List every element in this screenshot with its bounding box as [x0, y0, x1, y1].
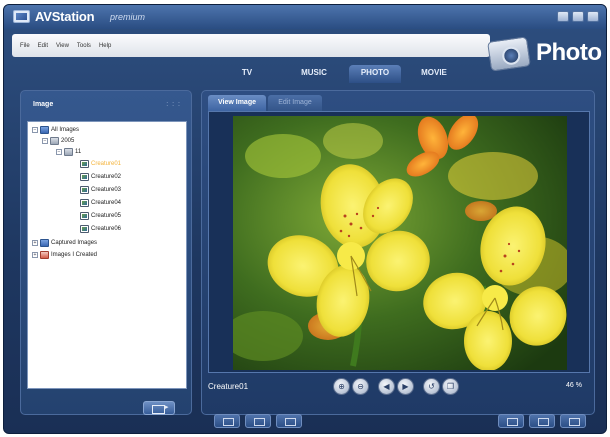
- tree-item-label: 2005: [61, 138, 75, 144]
- previous-button[interactable]: ◀: [378, 378, 395, 395]
- section-badge: Photo: [480, 31, 604, 79]
- image-file-icon: [80, 199, 89, 207]
- tree-item-file[interactable]: Creature05: [80, 211, 121, 221]
- close-button[interactable]: [587, 11, 599, 22]
- calendar-icon: [64, 148, 73, 156]
- tree-item-label: Captured Images: [51, 240, 98, 246]
- menu-help[interactable]: Help: [99, 43, 111, 49]
- tree-item-all-images[interactable]: − All Images: [32, 125, 79, 135]
- copy-button[interactable]: ❐: [442, 378, 459, 395]
- avstation-logo-icon: [13, 10, 30, 23]
- zoom-out-button[interactable]: ⊖: [352, 378, 369, 395]
- panel-menu-icon[interactable]: : : :: [166, 101, 181, 108]
- folder-icon: [40, 126, 49, 134]
- tree-item-file[interactable]: Creature02: [80, 172, 121, 182]
- image-file-icon: [80, 173, 89, 181]
- created-folder-icon: [40, 251, 49, 259]
- tree-item-created-images[interactable]: + Images I Created: [32, 250, 97, 260]
- tree-item-label: All Images: [51, 127, 80, 133]
- menu-file[interactable]: File: [20, 43, 30, 49]
- photo-preview: [233, 116, 567, 370]
- image-frame: [208, 111, 590, 373]
- bottom-action-button-5[interactable]: [529, 414, 555, 428]
- tree-item-label: Creature02: [91, 174, 122, 180]
- tree-item-year[interactable]: − 2005: [42, 136, 74, 146]
- bottom-action-button-4[interactable]: [498, 414, 524, 428]
- menu-bar: File Edit View Tools Help: [12, 34, 490, 57]
- bottom-action-button-1[interactable]: [214, 414, 240, 428]
- menu-view[interactable]: View: [56, 43, 69, 49]
- collapse-icon[interactable]: −: [56, 149, 62, 155]
- capture-folder-icon: [40, 239, 49, 247]
- tree-item-label: Creature04: [91, 200, 122, 206]
- image-file-icon: [80, 212, 89, 220]
- slideshow-button[interactable]: [143, 401, 175, 415]
- bottom-action-button-3[interactable]: [276, 414, 302, 428]
- camera-icon: [487, 36, 531, 72]
- image-browser-panel: Image : : : − All Images − 2005 − 11 Cre…: [20, 90, 192, 415]
- tab-edit-image[interactable]: Edit Image: [268, 95, 322, 111]
- bottom-action-button-2[interactable]: [245, 414, 271, 428]
- app-edition: premium: [110, 12, 146, 22]
- image-file-icon: [80, 186, 89, 194]
- maximize-button[interactable]: [572, 11, 584, 22]
- flower-photo-image: [233, 116, 567, 370]
- tab-music[interactable]: MUSIC: [294, 65, 334, 83]
- image-tree: − All Images − 2005 − 11 Creature01 Crea…: [27, 121, 187, 389]
- collapse-icon[interactable]: −: [42, 138, 48, 144]
- image-file-icon: [80, 160, 89, 168]
- tab-view-image[interactable]: View Image: [208, 95, 266, 111]
- tree-item-file[interactable]: Creature03: [80, 185, 121, 195]
- next-button[interactable]: ▶: [397, 378, 414, 395]
- tree-item-label: Creature03: [91, 187, 122, 193]
- menu-tools[interactable]: Tools: [77, 43, 91, 49]
- tree-item-label: Creature01: [91, 161, 122, 167]
- tree-item-captured-images[interactable]: + Captured Images: [32, 238, 97, 248]
- tree-item-month[interactable]: − 11: [56, 147, 81, 157]
- title-bar: AVStation premium: [4, 5, 606, 29]
- bottom-action-button-6[interactable]: [560, 414, 586, 428]
- app-window: AVStation premium File Edit View Tools H…: [3, 4, 607, 434]
- tree-item-file[interactable]: Creature06: [80, 224, 121, 234]
- tab-photo[interactable]: PHOTO: [349, 65, 401, 83]
- zoom-in-button[interactable]: ⊕: [333, 378, 350, 395]
- tree-item-file[interactable]: Creature04: [80, 198, 121, 208]
- tree-item-label: Creature05: [91, 213, 122, 219]
- app-title: AVStation: [35, 9, 95, 24]
- minimize-button[interactable]: [557, 11, 569, 22]
- zoom-level: 46 %: [566, 382, 582, 389]
- calendar-icon: [50, 137, 59, 145]
- image-viewer-panel: View Image Edit Image Creature01 ⊕ ⊖ ◀ ▶…: [201, 90, 595, 415]
- image-filename: Creature01: [208, 382, 249, 391]
- expand-icon[interactable]: +: [32, 252, 38, 258]
- tree-item-label: Creature06: [91, 226, 122, 232]
- menu-edit[interactable]: Edit: [38, 43, 48, 49]
- tree-item-label: 11: [75, 149, 82, 155]
- panel-title: Image: [33, 101, 54, 108]
- expand-icon[interactable]: +: [32, 240, 38, 246]
- rotate-button[interactable]: ↺: [423, 378, 440, 395]
- image-file-icon: [80, 225, 89, 233]
- tab-movie[interactable]: MOVIE: [412, 65, 456, 83]
- tree-item-file[interactable]: Creature01: [80, 159, 121, 169]
- section-title: Photo: [536, 39, 602, 66]
- collapse-icon[interactable]: −: [32, 127, 38, 133]
- tree-item-label: Images I Created: [51, 252, 98, 258]
- tab-tv[interactable]: TV: [230, 65, 264, 83]
